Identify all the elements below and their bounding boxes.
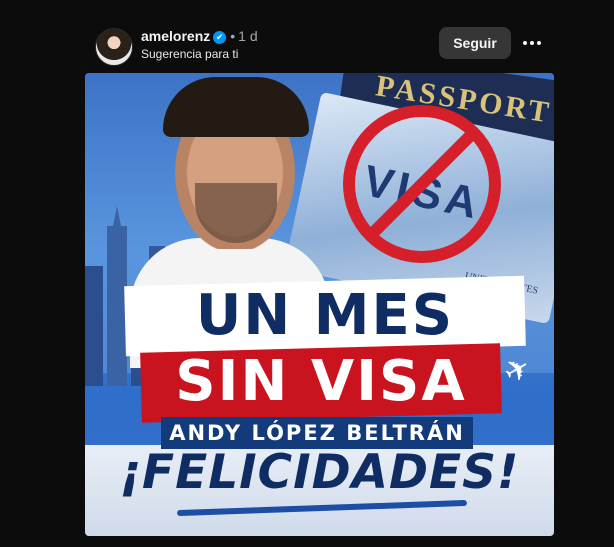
right-margin: [554, 0, 614, 547]
left-margin: [0, 0, 86, 547]
more-options-icon[interactable]: [520, 33, 544, 53]
congrats-text: ¡FELICIDADES!: [119, 445, 520, 500]
dot-icon: [523, 41, 527, 45]
headline-line1: UN MES: [195, 283, 455, 348]
person-name: ANDY LÓPEZ BELTRÁN: [169, 421, 465, 445]
suggestion-label: Sugerencia para ti: [141, 47, 239, 61]
person-hair: [163, 77, 309, 137]
dot-icon: [537, 41, 541, 45]
post-time[interactable]: 1 d: [238, 28, 257, 44]
headline-line2: SIN VISA: [175, 349, 467, 414]
verified-badge-icon: ✔: [213, 31, 227, 44]
post-image[interactable]: PASSPORT VISA UNITED STATES OF AMERICA ✈…: [85, 73, 554, 536]
user-line: amelorenz ✔ • 1 d: [141, 28, 258, 44]
avatar[interactable]: [95, 28, 133, 66]
username[interactable]: amelorenz: [141, 28, 210, 44]
dot-icon: [530, 41, 534, 45]
separator-dot: •: [230, 28, 236, 44]
follow-button[interactable]: Seguir: [439, 27, 511, 59]
